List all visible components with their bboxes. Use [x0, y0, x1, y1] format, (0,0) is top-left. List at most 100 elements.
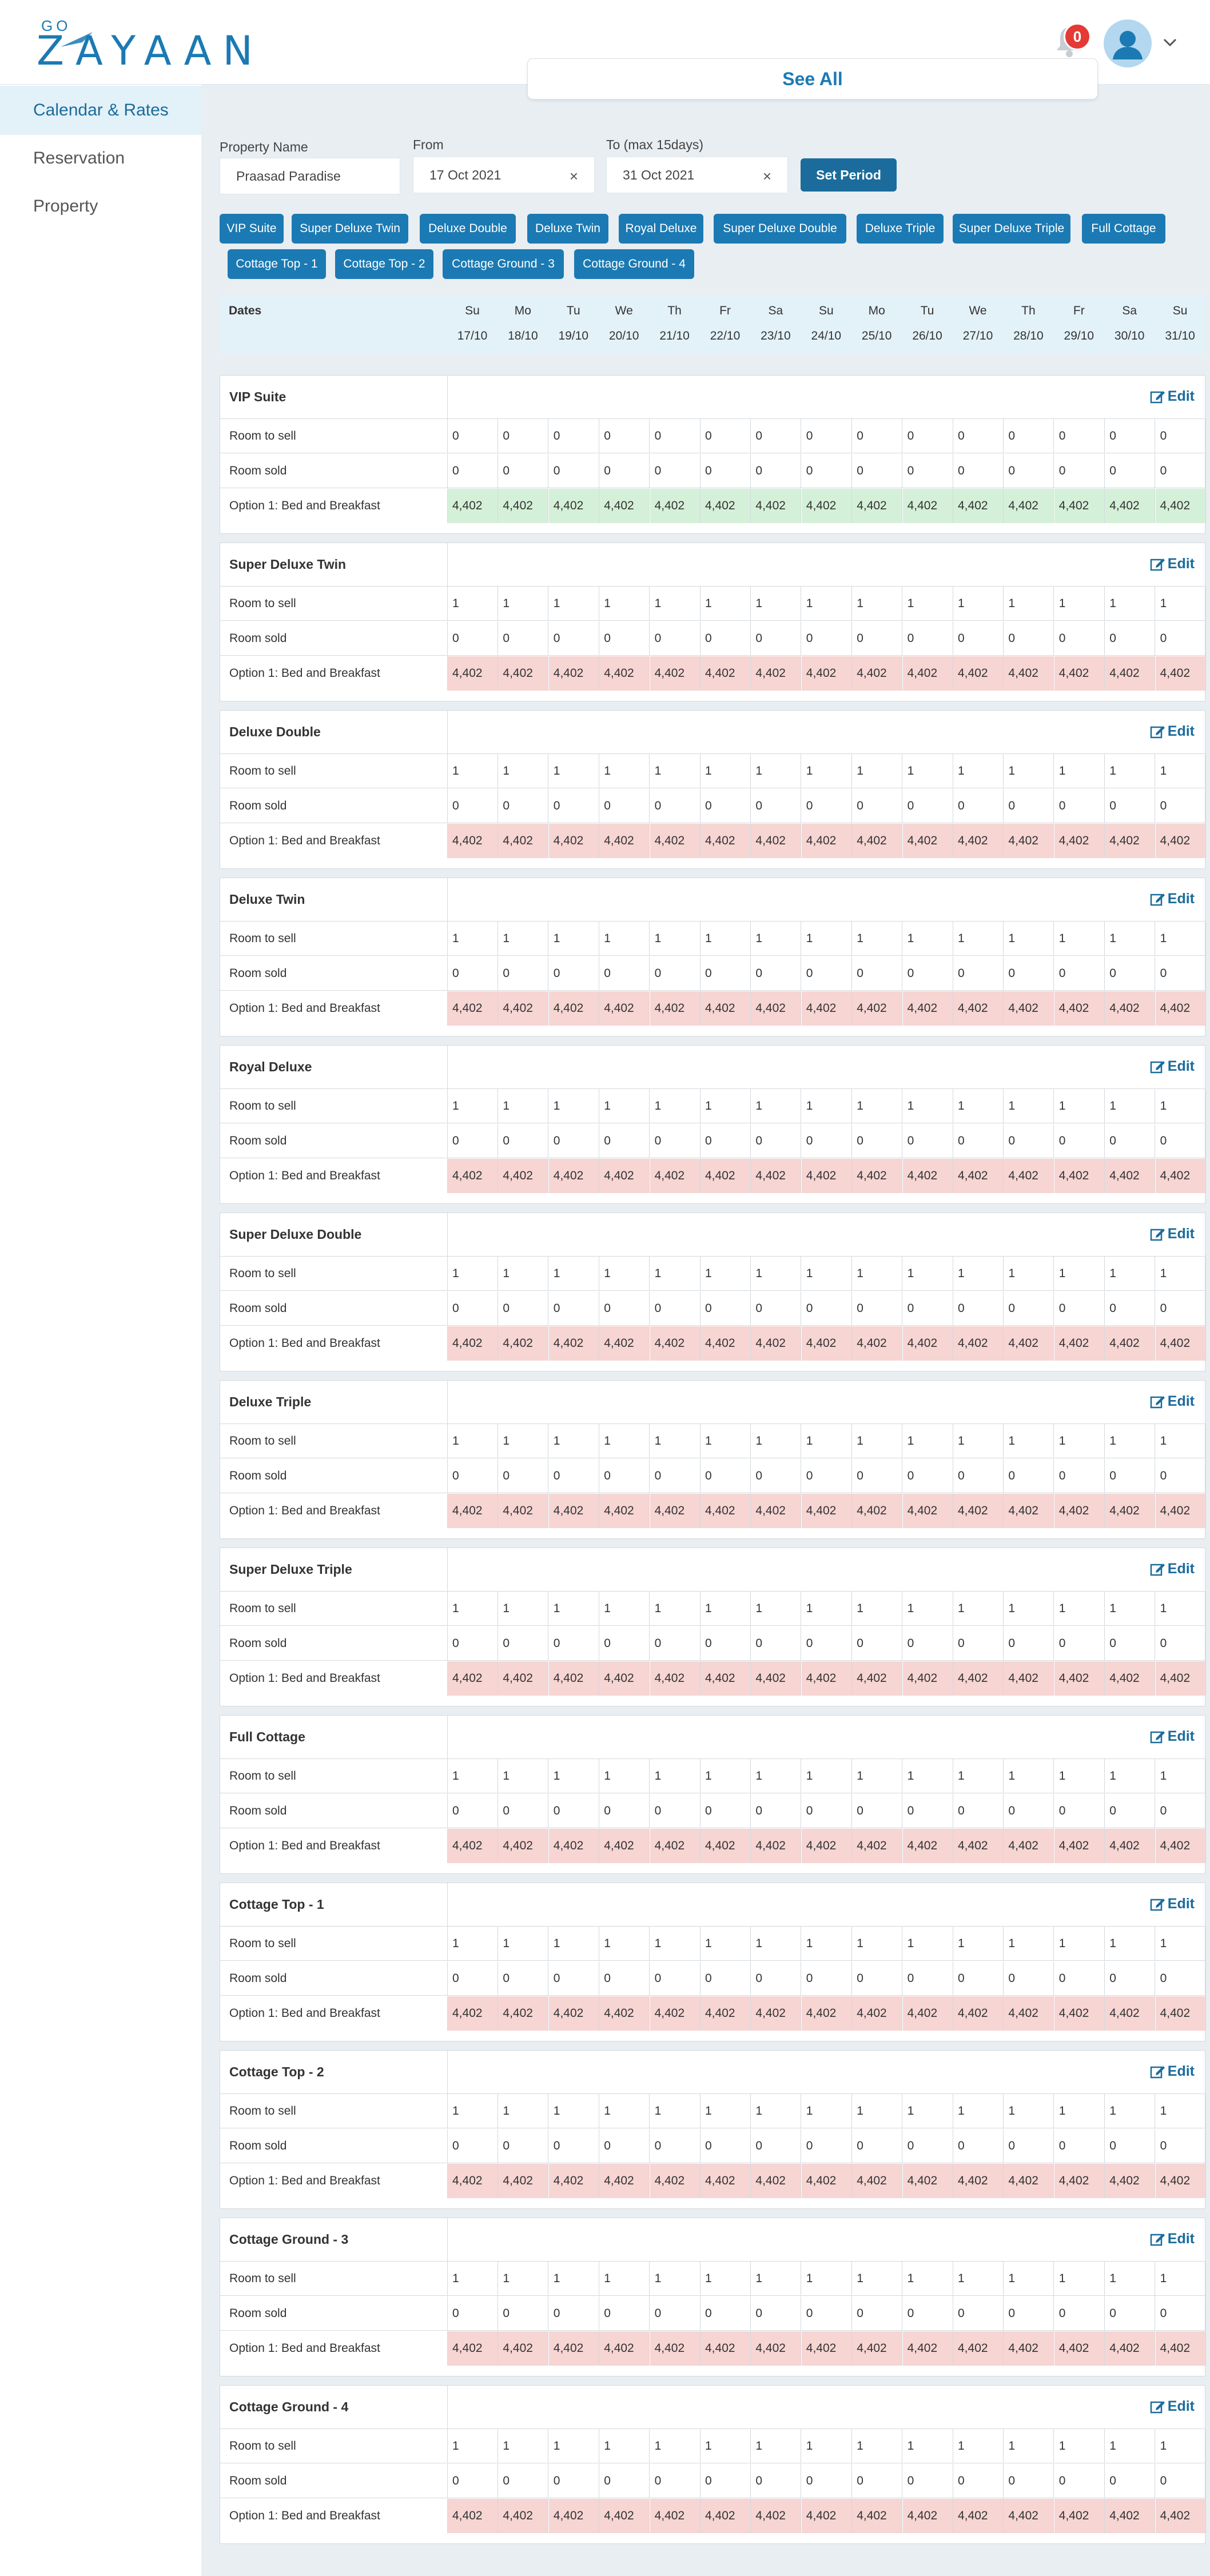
table-cell[interactable]: 0: [498, 1124, 549, 1158]
table-cell[interactable]: 4,402: [751, 2499, 802, 2533]
table-cell[interactable]: 0: [1105, 1626, 1156, 1661]
table-cell[interactable]: 4,402: [751, 824, 802, 858]
table-cell[interactable]: 4,402: [801, 2331, 852, 2366]
table-cell[interactable]: 4,402: [1105, 2331, 1156, 2366]
table-cell[interactable]: 0: [903, 789, 953, 823]
table-cell[interactable]: 0: [1105, 2296, 1156, 2331]
edit-room-button[interactable]: Edit: [1149, 1728, 1195, 1745]
table-cell[interactable]: 0: [700, 2464, 751, 2498]
table-cell[interactable]: 1: [802, 1927, 852, 1961]
chevron-down-icon[interactable]: [1160, 32, 1180, 53]
table-cell[interactable]: 1: [953, 1424, 1004, 1458]
table-cell[interactable]: 0: [802, 2464, 852, 2498]
table-cell[interactable]: 1: [751, 754, 802, 788]
table-cell[interactable]: 4,402: [599, 1996, 650, 2031]
table-cell[interactable]: 0: [549, 2296, 599, 2331]
table-cell[interactable]: 0: [599, 419, 650, 453]
table-cell[interactable]: 1: [903, 2429, 953, 2463]
table-cell[interactable]: 1: [953, 1927, 1004, 1961]
table-cell[interactable]: 4,402: [700, 656, 751, 691]
table-cell[interactable]: 0: [751, 419, 802, 453]
chip-vip-suite[interactable]: VIP Suite: [220, 214, 284, 244]
table-cell[interactable]: 0: [852, 956, 903, 991]
table-cell[interactable]: 1: [599, 1592, 650, 1626]
table-cell[interactable]: 0: [1156, 419, 1206, 453]
table-cell[interactable]: 1: [599, 2262, 650, 2296]
table-cell[interactable]: 0: [448, 1794, 498, 1828]
chip-super-deluxe-double[interactable]: Super Deluxe Double: [714, 214, 846, 244]
table-cell[interactable]: 0: [852, 2129, 903, 2163]
table-cell[interactable]: 0: [802, 454, 852, 488]
table-cell[interactable]: 0: [498, 1291, 549, 1326]
table-cell[interactable]: 0: [599, 2296, 650, 2331]
table-cell[interactable]: 1: [1156, 1089, 1206, 1123]
table-cell[interactable]: 1: [650, 2429, 700, 2463]
table-cell[interactable]: 1: [1105, 2094, 1156, 2128]
table-cell[interactable]: 4,402: [498, 1159, 549, 1193]
table-cell[interactable]: 1: [953, 922, 1004, 956]
table-cell[interactable]: 1: [650, 1927, 700, 1961]
table-cell[interactable]: 0: [903, 2296, 953, 2331]
table-cell[interactable]: 4,402: [1004, 1829, 1054, 1863]
table-cell[interactable]: 0: [852, 2464, 903, 2498]
table-cell[interactable]: 1: [650, 922, 700, 956]
table-cell[interactable]: 0: [953, 2296, 1004, 2331]
table-cell[interactable]: 1: [903, 2262, 953, 2296]
table-cell[interactable]: 0: [751, 789, 802, 823]
table-cell[interactable]: 0: [903, 956, 953, 991]
table-cell[interactable]: 0: [953, 2464, 1004, 2498]
table-cell[interactable]: 0: [802, 1124, 852, 1158]
edit-room-button[interactable]: Edit: [1149, 2063, 1195, 2080]
table-cell[interactable]: 1: [903, 922, 953, 956]
table-cell[interactable]: 4,402: [852, 2164, 903, 2198]
table-cell[interactable]: 1: [1004, 2262, 1054, 2296]
table-cell[interactable]: 1: [1054, 587, 1105, 621]
table-cell[interactable]: 0: [1004, 1794, 1054, 1828]
table-cell[interactable]: 4,402: [448, 1326, 498, 1361]
edit-room-button[interactable]: Edit: [1149, 891, 1195, 907]
table-cell[interactable]: 4,402: [448, 489, 498, 523]
table-cell[interactable]: 4,402: [650, 2331, 700, 2366]
table-cell[interactable]: 0: [1105, 1961, 1156, 1996]
table-cell[interactable]: 0: [802, 621, 852, 656]
table-cell[interactable]: 1: [1054, 1089, 1105, 1123]
table-cell[interactable]: 0: [700, 1794, 751, 1828]
table-cell[interactable]: 0: [953, 1961, 1004, 1996]
table-cell[interactable]: 4,402: [1155, 2499, 1206, 2533]
table-cell[interactable]: 0: [1054, 419, 1105, 453]
table-cell[interactable]: 0: [448, 1459, 498, 1493]
table-cell[interactable]: 4,402: [1054, 2164, 1105, 2198]
table-cell[interactable]: 0: [1004, 1961, 1054, 1996]
table-cell[interactable]: 4,402: [801, 824, 852, 858]
table-cell[interactable]: 0: [599, 454, 650, 488]
table-cell[interactable]: 0: [498, 2464, 549, 2498]
table-cell[interactable]: 0: [700, 1291, 751, 1326]
table-cell[interactable]: 0: [549, 621, 599, 656]
table-cell[interactable]: 0: [448, 621, 498, 656]
table-cell[interactable]: 4,402: [1004, 1661, 1054, 1696]
table-cell[interactable]: 4,402: [448, 2499, 498, 2533]
table-cell[interactable]: 4,402: [902, 1494, 953, 1528]
table-cell[interactable]: 0: [1004, 789, 1054, 823]
table-cell[interactable]: 1: [802, 2094, 852, 2128]
table-cell[interactable]: 4,402: [700, 1829, 751, 1863]
table-cell[interactable]: 1: [802, 1257, 852, 1291]
table-cell[interactable]: 0: [599, 2464, 650, 2498]
table-cell[interactable]: 1: [549, 1424, 599, 1458]
table-cell[interactable]: 0: [650, 956, 700, 991]
table-cell[interactable]: 0: [650, 1626, 700, 1661]
table-cell[interactable]: 1: [802, 754, 852, 788]
edit-room-button[interactable]: Edit: [1149, 1393, 1195, 1410]
table-cell[interactable]: 0: [700, 1626, 751, 1661]
table-cell[interactable]: 1: [953, 1759, 1004, 1793]
table-cell[interactable]: 0: [903, 1459, 953, 1493]
table-cell[interactable]: 0: [650, 419, 700, 453]
table-cell[interactable]: 0: [903, 2464, 953, 2498]
table-cell[interactable]: 1: [700, 754, 751, 788]
table-cell[interactable]: 0: [802, 956, 852, 991]
table-cell[interactable]: 0: [448, 2129, 498, 2163]
table-cell[interactable]: 4,402: [448, 2331, 498, 2366]
table-cell[interactable]: 4,402: [599, 656, 650, 691]
table-cell[interactable]: 0: [1004, 1459, 1054, 1493]
table-cell[interactable]: 1: [751, 2094, 802, 2128]
